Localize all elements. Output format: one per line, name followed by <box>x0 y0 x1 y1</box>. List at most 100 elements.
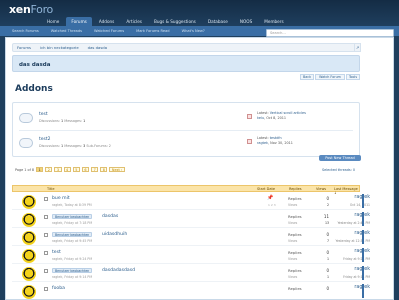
search-input[interactable]: Search... <box>266 29 394 37</box>
forum-rss-icon[interactable] <box>247 139 252 144</box>
forum-stats: Discussions: 1 Messages: 3 Sub-Forums: 2 <box>39 144 111 148</box>
thread-pages[interactable]: 1 2 3 <box>268 203 276 207</box>
latest-thread-link[interactable]: Vertical scroll articles <box>270 111 306 115</box>
avatar[interactable] <box>22 195 36 209</box>
views-label: Views <box>288 203 298 207</box>
nav-tab-home[interactable]: Home <box>42 17 64 26</box>
watch-forum-button[interactable]: Watch Forum <box>315 74 345 80</box>
nav-tab-members[interactable]: Members <box>259 17 288 26</box>
thread-prefix[interactable]: Benutzer beobachten <box>52 268 93 273</box>
thread-prefix[interactable]: Benutzer beobachten <box>52 232 93 237</box>
divider <box>19 130 353 131</box>
page-link[interactable]: 4 <box>63 167 71 172</box>
col-title[interactable]: Title <box>47 187 55 191</box>
pagination: Page 1 of 8 1 2 3 4 5 6 7 8 Next › <box>15 167 125 172</box>
thread-title[interactable]: fooba <box>52 286 65 291</box>
replies-label: Replies <box>288 268 302 273</box>
thread-title[interactable]: bue mit <box>52 196 70 201</box>
col-views[interactable]: Views <box>316 187 326 191</box>
nav-tab-database[interactable]: Database <box>203 17 233 26</box>
breadcrumb-item[interactable]: ich bin neckategorie <box>40 45 79 50</box>
nav-tab-addons[interactable]: Addons <box>94 17 120 26</box>
thread-row[interactable]: test ragtek, Friday at 9:24 PM Replies 0… <box>12 247 370 264</box>
thread-table-header: Title Start Date Replies Views Last Mess… <box>12 185 360 195</box>
title-bar: das dasda <box>12 55 360 72</box>
views-label: Views <box>288 239 298 243</box>
thread-meta: ragtek, Friday at 7:18 PM <box>52 221 93 225</box>
subnav-whats-new[interactable]: What's New? <box>182 29 205 33</box>
thread-row[interactable]: Benutzer beobachten dasdadasdasd ragtek,… <box>12 265 370 282</box>
thread-checkbox[interactable] <box>44 287 48 291</box>
row-accent-bar <box>362 212 364 226</box>
last-poster[interactable]: ragtek <box>338 231 370 236</box>
forum-latest: Latest: Vertical scroll articles kelu, Oc… <box>257 111 306 120</box>
latest-thread-link[interactable]: testdfn <box>270 136 282 140</box>
forum-row[interactable]: test Discussions: 1 Messages: 1 Latest: … <box>13 108 359 128</box>
nav-tab-bugs[interactable]: Bugs & Suggestions <box>149 17 201 26</box>
tools-button[interactable]: Tools <box>346 74 360 80</box>
thread-prefix[interactable]: Benutzer beobachten <box>52 214 93 219</box>
breadcrumb-jump-icon[interactable]: ↗ <box>354 43 361 52</box>
page-link[interactable]: 7 <box>91 167 99 172</box>
nav-tab-forums[interactable]: Forums <box>66 17 92 26</box>
avatar[interactable] <box>22 267 36 281</box>
thread-meta: ragtek, Today at 8:39 PM <box>52 203 92 207</box>
thread-title[interactable]: dasdadasdasd <box>102 268 135 273</box>
thread-row[interactable]: Benutzer beobachten dasdas ragtek, Frida… <box>12 211 370 228</box>
next-page-link[interactable]: Next › <box>109 167 125 172</box>
thread-checkbox[interactable] <box>44 233 48 237</box>
avatar[interactable] <box>22 213 36 227</box>
last-poster[interactable]: ragtek <box>338 285 370 290</box>
thread-checkbox[interactable] <box>44 251 48 255</box>
subnav-watched-threads[interactable]: Watched Threads <box>51 29 82 33</box>
breadcrumb-item[interactable]: Forums <box>17 45 31 50</box>
reply-count: 0 <box>326 196 329 201</box>
site-logo[interactable]: xenForo <box>9 3 53 16</box>
row-accent-bar <box>362 266 364 280</box>
reply-count: 0 <box>326 232 329 237</box>
page-link[interactable]: 2 <box>45 167 53 172</box>
subnav-mark-read[interactable]: Mark Forums Read <box>136 29 169 33</box>
row-accent-bar <box>362 284 364 298</box>
thread-title[interactable]: dasdas <box>102 214 118 219</box>
thread-title[interactable]: uidasdhuih <box>102 232 127 237</box>
page-link[interactable]: 1 <box>36 167 44 172</box>
view-count: 1 <box>326 257 329 261</box>
view-count: 7 <box>326 239 329 243</box>
thread-row[interactable]: fooba Replies 0 ragtek <box>12 283 370 300</box>
avatar[interactable] <box>22 231 36 245</box>
thread-title[interactable]: test <box>52 250 61 255</box>
last-poster[interactable]: ragtek <box>338 195 370 200</box>
forum-rss-icon[interactable] <box>247 114 252 119</box>
avatar[interactable] <box>22 285 36 299</box>
forum-row[interactable]: test2 Discussions: 1 Messages: 3 Sub-For… <box>13 133 359 153</box>
subnav-watched-forums[interactable]: Watched Forums <box>94 29 124 33</box>
thread-checkbox[interactable] <box>44 215 48 219</box>
page-link[interactable]: 3 <box>54 167 62 172</box>
forum-name[interactable]: test2 <box>39 137 51 142</box>
nav-tab-articles[interactable]: Articles <box>121 17 147 26</box>
thread-row[interactable]: Benutzer beobachten uidasdhuih ragtek, F… <box>12 229 370 246</box>
last-poster[interactable]: ragtek <box>338 213 370 218</box>
thread-row[interactable]: bue mit ragtek, Today at 8:39 PM 📌 1 2 3… <box>12 193 370 210</box>
last-poster[interactable]: ragtek <box>338 249 370 254</box>
thread-checkbox[interactable] <box>44 269 48 273</box>
forum-latest: Latest: testdfn ragtek, Nov 30, 2011 <box>257 136 293 145</box>
page-link[interactable]: 6 <box>81 167 90 172</box>
row-accent-bar <box>362 194 364 208</box>
back-button[interactable]: Back <box>300 74 314 80</box>
logo-main: xen <box>9 3 31 16</box>
page-link[interactable]: 5 <box>72 167 80 172</box>
selected-threads[interactable]: Selected threads: 0 <box>322 168 355 172</box>
nav-tab-noos[interactable]: NOOS <box>235 17 257 26</box>
subnav-search-forums[interactable]: Search Forums <box>12 29 39 33</box>
last-poster[interactable]: ragtek <box>338 267 370 272</box>
col-start-date[interactable]: Start Date <box>257 187 275 191</box>
avatar[interactable] <box>22 249 36 263</box>
col-replies[interactable]: Replies <box>289 187 302 191</box>
post-new-thread-button[interactable]: Post New Thread <box>319 155 361 161</box>
page-link[interactable]: 8 <box>100 167 108 172</box>
forum-name[interactable]: test <box>39 112 48 117</box>
breadcrumb-item[interactable]: das dasda <box>88 45 107 50</box>
thread-checkbox[interactable] <box>44 197 48 201</box>
